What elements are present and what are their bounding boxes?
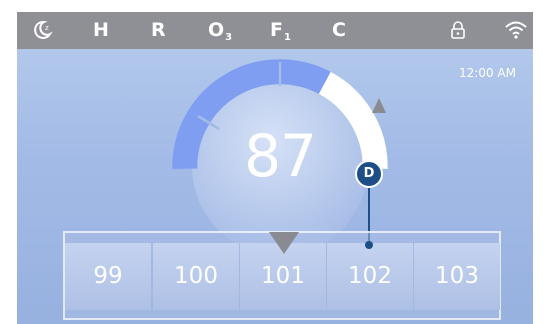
set-temperature: 87 bbox=[244, 122, 317, 190]
picker-pointer-icon bbox=[269, 232, 299, 254]
spa-control-screen: z H R O3 F1 C 12:00 AM 87 D 99 100 101 1… bbox=[17, 12, 533, 324]
picker-value[interactable]: 99 bbox=[65, 243, 151, 310]
picker-value[interactable]: 102 bbox=[327, 243, 413, 310]
picker-value[interactable]: 103 bbox=[414, 243, 500, 310]
picker-value[interactable]: 100 bbox=[153, 243, 239, 310]
callout-badge: D bbox=[355, 160, 383, 188]
gauge-marker-icon bbox=[372, 98, 386, 113]
callout-dot bbox=[365, 241, 373, 249]
